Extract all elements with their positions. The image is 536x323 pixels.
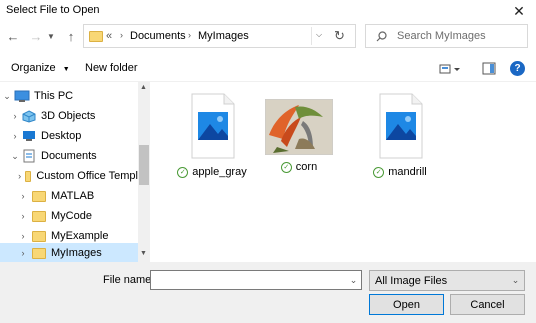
folder-icon <box>32 210 46 222</box>
file-type-value: All Image Files <box>375 274 448 287</box>
chevron-right-icon: › <box>120 30 123 40</box>
search-input[interactable]: Search MyImages <box>365 24 528 48</box>
organize-menu[interactable]: Organize ▼ <box>11 62 70 74</box>
desktop-icon <box>23 131 35 141</box>
folder-icon <box>32 230 46 242</box>
computer-icon <box>14 90 30 102</box>
preview-pane-button[interactable] <box>482 62 496 75</box>
help-button[interactable]: ? <box>510 61 525 76</box>
command-bar: Organize ▼ New folder ? <box>0 57 536 81</box>
arrow-left-icon: ← <box>6 28 20 44</box>
file-type-dropdown-button[interactable]: ⌄ <box>508 271 523 290</box>
collapsed-chevron-icon[interactable]: › <box>18 171 21 181</box>
open-button[interactable]: Open <box>369 294 444 315</box>
chevron-right-icon: › <box>188 30 191 40</box>
3d-objects-icon <box>22 109 36 123</box>
tree-item-this-pc[interactable]: ⌄ This PC <box>0 86 138 106</box>
chevron-down-icon: ⌄ <box>511 275 520 285</box>
collapsed-chevron-icon[interactable]: › <box>18 231 28 241</box>
preview-pane-icon <box>482 62 496 75</box>
folder-icon <box>32 190 46 202</box>
chevron-down-icon: ▼ <box>47 31 55 41</box>
breadcrumb-documents[interactable]: Documents <box>130 30 186 42</box>
tree-item-3d-objects[interactable]: › 3D Objects <box>0 106 138 126</box>
navigation-pane: ⌄ This PC › 3D Objects › Desktop ⌄ Docum… <box>0 82 138 262</box>
folder-icon <box>89 31 103 42</box>
folder-icon <box>32 247 46 259</box>
tree-item-label: MyCode <box>51 210 92 222</box>
file-name: mandrill <box>388 166 427 178</box>
address-bar[interactable]: « › Documents › MyImages ⌵ ↻ <box>83 24 356 48</box>
view-options-icon <box>439 64 460 74</box>
change-view-button[interactable] <box>439 62 461 76</box>
refresh-icon[interactable]: ↻ <box>334 28 345 44</box>
forward-button[interactable]: → <box>26 25 46 47</box>
corn-thumbnail <box>264 98 334 156</box>
file-item-corn[interactable]: ✓ corn <box>249 98 349 173</box>
scroll-up-icon[interactable]: ▲ <box>140 84 147 91</box>
file-item-apple-gray[interactable]: ✓ apple_gray <box>162 92 262 178</box>
tree-item-label: MATLAB <box>51 190 95 202</box>
organize-label: Organize <box>11 62 56 74</box>
tree-item-label: This PC <box>34 90 74 102</box>
tree-item-documents[interactable]: ⌄ Documents <box>0 146 138 166</box>
dropdown-arrow-icon: ▼ <box>62 66 70 73</box>
help-icon: ? <box>514 63 521 74</box>
file-name-dropdown-button[interactable]: ⌄ <box>346 271 361 289</box>
image-file-icon <box>379 93 423 159</box>
collapsed-chevron-icon[interactable]: › <box>18 191 28 201</box>
expanded-chevron-icon[interactable]: ⌄ <box>10 151 20 162</box>
folder-icon <box>25 170 32 182</box>
arrow-up-icon: ↑ <box>67 28 75 44</box>
close-button[interactable]: ✕ <box>502 0 536 22</box>
sync-status-icon: ✓ <box>373 166 385 178</box>
file-name: corn <box>295 161 318 173</box>
tree-item-label: MyExample <box>51 230 109 242</box>
close-icon: ✕ <box>513 2 525 19</box>
chevron-down-icon[interactable]: ⌵ <box>316 30 322 40</box>
collapsed-chevron-icon[interactable]: › <box>18 248 28 258</box>
address-overflow[interactable]: « <box>106 30 112 42</box>
collapsed-chevron-icon[interactable]: › <box>18 211 28 221</box>
recent-locations-button[interactable]: ▼ <box>45 25 57 47</box>
cancel-button[interactable]: Cancel <box>450 294 525 315</box>
new-folder-button[interactable]: New folder <box>85 62 138 74</box>
file-name-label: File name: <box>103 274 155 286</box>
tree-item-myimages[interactable]: › MyImages <box>0 243 138 262</box>
collapsed-chevron-icon[interactable]: › <box>10 131 20 141</box>
sync-status-icon: ✓ <box>177 166 189 178</box>
file-name-input[interactable] <box>150 270 362 290</box>
search-icon <box>376 31 387 42</box>
breadcrumb-myimages[interactable]: MyImages <box>198 30 249 42</box>
address-divider <box>311 27 312 45</box>
back-button[interactable]: ← <box>3 25 23 47</box>
file-name: apple_gray <box>192 166 247 178</box>
documents-icon <box>23 149 35 163</box>
scroll-down-icon[interactable]: ▼ <box>140 250 147 257</box>
collapsed-chevron-icon[interactable]: › <box>10 111 20 121</box>
file-type-select[interactable]: All Image Files <box>369 270 525 291</box>
search-placeholder: Search MyImages <box>397 30 486 42</box>
chevron-down-icon: ⌄ <box>349 274 358 285</box>
tree-item-label: Custom Office Templ <box>36 170 138 182</box>
tree-item-mycode[interactable]: › MyCode <box>0 206 138 226</box>
tree-item-desktop[interactable]: › Desktop <box>0 126 138 146</box>
up-button[interactable]: ↑ <box>61 25 81 47</box>
tree-item-label: Documents <box>41 150 97 162</box>
image-file-icon <box>191 93 235 159</box>
tree-item-custom-office-templates[interactable]: › Custom Office Templ <box>0 166 138 186</box>
sync-status-icon: ✓ <box>280 161 292 173</box>
tree-item-label: MyImages <box>51 247 102 259</box>
file-item-mandrill[interactable]: ✓ mandrill <box>350 92 450 178</box>
tree-item-label: Desktop <box>41 130 82 142</box>
expanded-chevron-icon[interactable]: ⌄ <box>2 91 12 102</box>
arrow-right-icon: → <box>29 28 43 44</box>
scrollbar-thumb[interactable] <box>139 145 149 185</box>
tree-item-matlab[interactable]: › MATLAB <box>0 186 138 206</box>
window-title: Select File to Open <box>6 4 100 16</box>
tree-item-label: 3D Objects <box>41 110 96 122</box>
